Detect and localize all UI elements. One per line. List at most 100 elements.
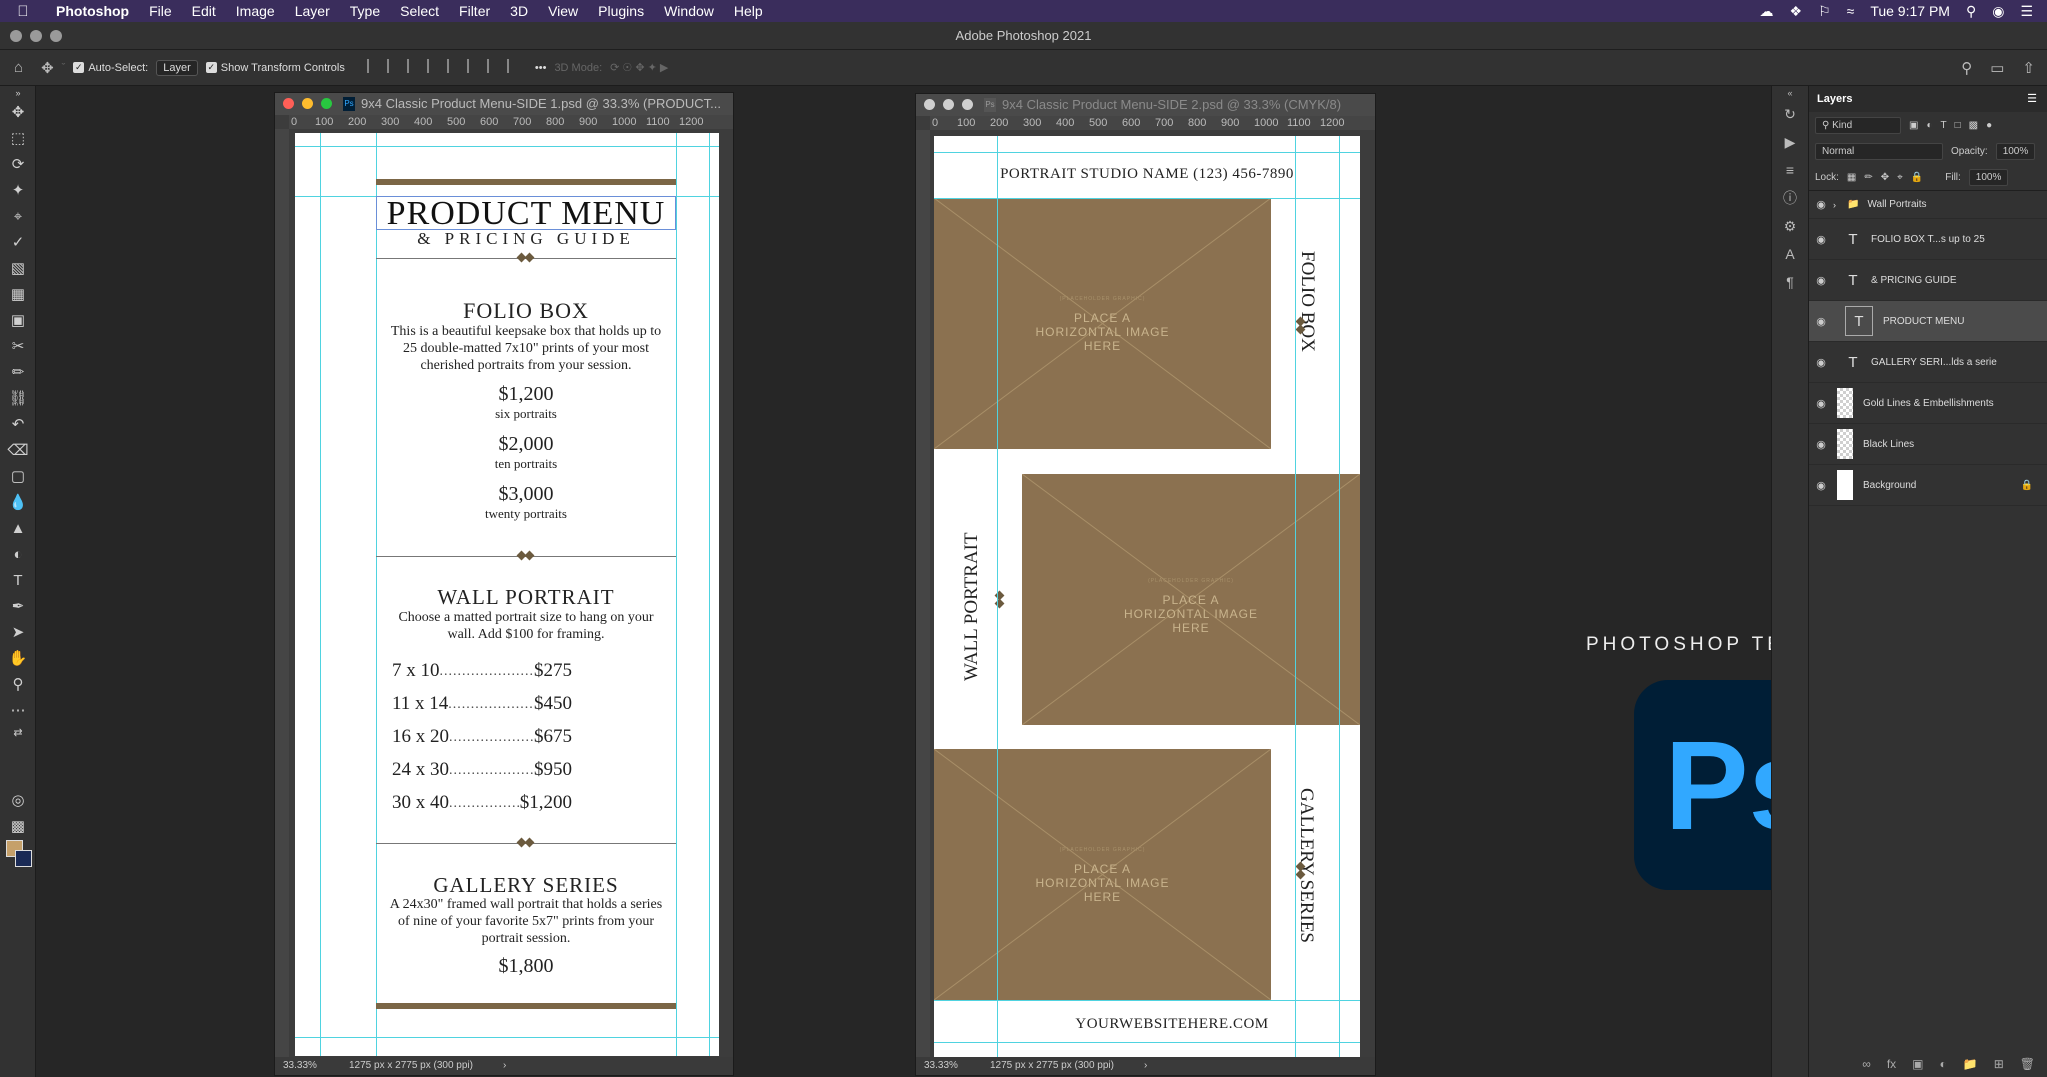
zoom-button[interactable]	[962, 99, 973, 110]
search-icon[interactable]: ⚲	[1966, 3, 1976, 20]
filter-shape-icon[interactable]: □	[1955, 120, 1961, 131]
zoom-level[interactable]: 33.33%	[924, 1057, 990, 1075]
history-icon[interactable]: ↻	[1772, 100, 1808, 128]
scissors-icon[interactable]: ✂	[0, 334, 36, 360]
home-icon[interactable]: ⌂	[14, 59, 23, 76]
creative-cloud-icon[interactable]: ☁	[1760, 3, 1774, 20]
distribute-vertical-icon[interactable]	[506, 59, 517, 73]
fill-input[interactable]: 100%	[1968, 168, 2009, 186]
align-left-icon[interactable]	[366, 59, 377, 73]
actions-play-icon[interactable]: ▶	[1772, 128, 1808, 156]
libraries-icon[interactable]: ⚙	[1772, 212, 1808, 240]
blend-mode-dropdown[interactable]: Normal	[1815, 142, 1943, 160]
collapse-icon[interactable]: «	[1772, 86, 1808, 100]
opacity-input[interactable]: 100%	[1995, 142, 2036, 160]
menu-view[interactable]: View	[538, 3, 588, 19]
lock-all-icon[interactable]: 🔒	[1911, 172, 1923, 183]
blur-tool-icon[interactable]: 💧	[0, 490, 36, 516]
zoom-button[interactable]	[50, 30, 62, 42]
dodge-tool-icon[interactable]: ◐	[0, 542, 36, 568]
adjustment-layer-icon[interactable]: ◐	[1940, 1057, 1947, 1071]
image-placeholder[interactable]: (PLACEHOLDER GRAPHIC) PLACE A HORIZONTAL…	[1022, 474, 1360, 725]
align-middle-icon[interactable]	[466, 59, 477, 73]
link-layers-icon[interactable]: ∞	[1862, 1057, 1871, 1071]
visibility-eye-icon[interactable]: ◉	[1809, 438, 1833, 451]
move-tool-icon[interactable]: ✥	[41, 59, 54, 77]
lock-transparency-icon[interactable]: ▦	[1847, 172, 1856, 183]
image-placeholder[interactable]: (PLACEHOLDER GRAPHIC) PLACE A HORIZONTAL…	[934, 749, 1271, 1000]
character-icon[interactable]: A	[1772, 240, 1808, 268]
delete-layer-icon[interactable]: 🗑	[2020, 1057, 2035, 1071]
document-tab[interactable]: Ps 9x4 Classic Product Menu-SIDE 1.psd @…	[275, 93, 733, 115]
sharpen-tool-icon[interactable]: ▲	[0, 516, 36, 542]
marquee-tool-icon[interactable]: ⬚	[0, 126, 36, 152]
add-mask-icon[interactable]: ▣	[1912, 1057, 1923, 1071]
chevron-right-icon[interactable]: ›	[503, 1060, 506, 1071]
align-right-icon[interactable]	[406, 59, 417, 73]
layer-row-pixel[interactable]: ◉ Gold Lines & Embellishments	[1809, 383, 2047, 424]
paragraph-icon[interactable]: ¶	[1772, 268, 1808, 296]
new-layer-icon[interactable]: ⊞	[1994, 1057, 2004, 1071]
type-tool-icon[interactable]: T	[0, 568, 36, 594]
crop-tool-icon[interactable]: ⌖	[0, 204, 36, 230]
background-color-swatch[interactable]	[15, 850, 32, 867]
filter-pixel-icon[interactable]: ▣	[1909, 120, 1918, 131]
align-bottom-icon[interactable]	[486, 59, 497, 73]
document-tab[interactable]: Ps 9x4 Classic Product Menu-SIDE 2.psd @…	[916, 94, 1375, 116]
menu-window[interactable]: Window	[654, 3, 724, 19]
wifi-icon[interactable]: ≈	[1847, 3, 1855, 19]
menu-photoshop[interactable]: Photoshop	[46, 3, 139, 19]
brush-tool-icon[interactable]: ✏	[0, 360, 36, 386]
chevron-right-icon[interactable]: ›	[1833, 200, 1843, 210]
siri-icon[interactable]: ◉	[1992, 3, 2004, 20]
menu-type[interactable]: Type	[340, 3, 390, 19]
close-button[interactable]	[10, 30, 22, 42]
eraser-icon[interactable]: ⌫	[0, 438, 36, 464]
pen-tool-icon[interactable]: ✒	[0, 594, 36, 620]
layer-row-text[interactable]: ◉ T FOLIO BOX T...s up to 25	[1809, 219, 2047, 260]
zoom-button[interactable]	[321, 98, 332, 109]
dropbox-icon[interactable]: ❖	[1790, 3, 1803, 20]
clock-text[interactable]: Tue 9:17 PM	[1870, 3, 1950, 19]
close-button[interactable]	[283, 98, 294, 109]
filter-smart-object-icon[interactable]: ▩	[1969, 120, 1978, 131]
control-center-icon[interactable]: ☰	[2020, 3, 2033, 20]
filter-toggle-icon[interactable]: ●	[1986, 120, 1992, 131]
show-transform-checkbox[interactable]: ✓ Show Transform Controls	[205, 62, 345, 74]
layer-row-pixel[interactable]: ◉ Black Lines	[1809, 424, 2047, 465]
more-options-icon[interactable]: •••	[535, 62, 547, 74]
close-button[interactable]	[924, 99, 935, 110]
move-tool-icon[interactable]: ✥	[0, 100, 36, 126]
stamp-tool-icon[interactable]: ⛓	[0, 386, 36, 412]
menu-file[interactable]: File	[139, 3, 182, 19]
filter-adjustment-icon[interactable]: ◐	[1926, 120, 1932, 131]
filter-kind-dropdown[interactable]: ⚲ Kind	[1815, 116, 1901, 134]
patch-tool-icon[interactable]: ▦	[0, 282, 36, 308]
menu-image[interactable]: Image	[226, 3, 285, 19]
zoom-tool-icon[interactable]: ⚲	[0, 672, 36, 698]
auto-select-dropdown[interactable]: Layer	[156, 59, 198, 76]
image-placeholder[interactable]: (PLACEHOLDER GRAPHIC) PLACE A HORIZONTAL…	[934, 198, 1271, 449]
minimize-button[interactable]	[30, 30, 42, 42]
canvas-side-2[interactable]: PORTRAIT STUDIO NAME (123) 456-7890 (PLA…	[934, 136, 1360, 1058]
chevron-right-icon[interactable]: ›	[1144, 1060, 1147, 1071]
lock-pixels-icon[interactable]: ✏	[1864, 172, 1872, 183]
auto-select-checkbox[interactable]: ✓ Auto-Select:	[73, 62, 148, 74]
menu-filter[interactable]: Filter	[449, 3, 500, 19]
document-window-side-2[interactable]: Ps 9x4 Classic Product Menu-SIDE 2.psd @…	[915, 93, 1376, 1076]
lock-artboard-icon[interactable]: ⌖	[1897, 172, 1903, 183]
layer-row-group[interactable]: ◉ › 📁 Wall Portraits	[1809, 191, 2047, 219]
lock-icon[interactable]: 🔒	[2021, 480, 2033, 491]
document-window-side-1[interactable]: Ps 9x4 Classic Product Menu-SIDE 1.psd @…	[274, 92, 734, 1076]
adjustments-icon[interactable]: ≡	[1772, 156, 1808, 184]
more-tools-icon[interactable]: ⋯	[0, 698, 36, 724]
minimize-button[interactable]	[943, 99, 954, 110]
visibility-eye-icon[interactable]: ◉	[1809, 479, 1833, 492]
menu-layer[interactable]: Layer	[285, 3, 340, 19]
apple-icon[interactable]: 	[0, 3, 46, 20]
visibility-eye-icon[interactable]: ◉	[1809, 397, 1833, 410]
screen-mode-icon[interactable]: ▩	[0, 814, 36, 840]
align-top-icon[interactable]	[446, 59, 457, 73]
visibility-eye-icon[interactable]: ◉	[1809, 274, 1833, 287]
zoom-level[interactable]: 33.33%	[283, 1057, 349, 1075]
